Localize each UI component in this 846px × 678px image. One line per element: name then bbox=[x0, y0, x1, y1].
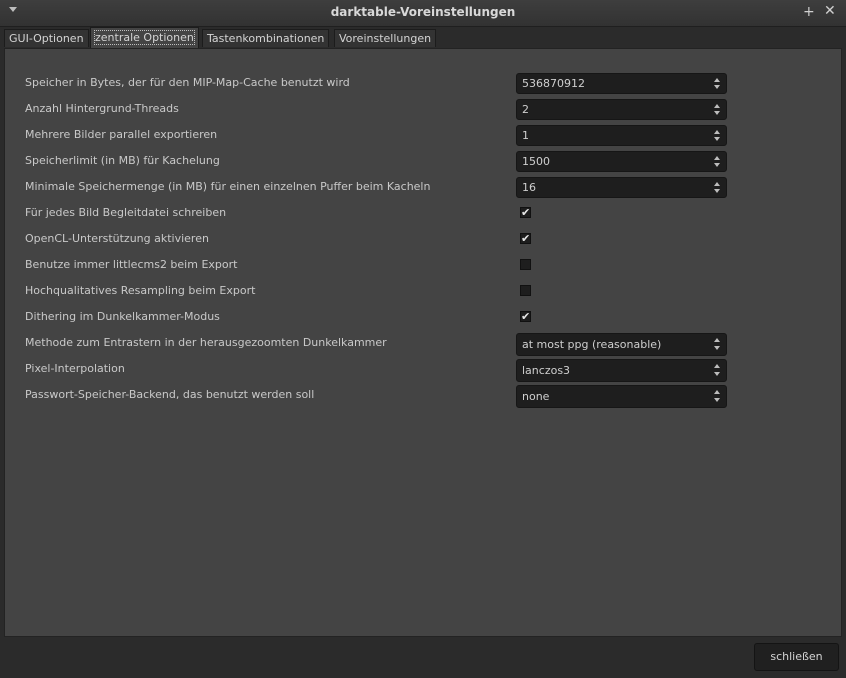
mipmap-cache-spinbox[interactable]: 536870912 bbox=[516, 73, 727, 94]
spin-arrows-icon[interactable] bbox=[714, 75, 722, 92]
setting-row-demosaic: Methode zum Entrastern in der herausgezo… bbox=[25, 333, 729, 356]
spinbox-value: 1 bbox=[522, 129, 529, 142]
updown-chevron-icon bbox=[714, 388, 722, 405]
setting-row-threads: Anzahl Hintergrund-Threads 2 bbox=[25, 99, 729, 121]
setting-label: Anzahl Hintergrund-Threads bbox=[25, 102, 179, 115]
sidecar-checkbox[interactable]: ✔ bbox=[520, 207, 531, 218]
maximize-icon[interactable]: + bbox=[803, 4, 815, 20]
setting-label: Minimale Speichermenge (in MB) für einen… bbox=[25, 180, 431, 193]
tab-core-options[interactable]: zentrale Optionen bbox=[90, 27, 199, 48]
spin-arrows-icon[interactable] bbox=[714, 153, 722, 170]
parallel-export-spinbox[interactable]: 1 bbox=[516, 125, 727, 146]
setting-label: OpenCL-Unterstützung aktivieren bbox=[25, 232, 209, 245]
littlecms-checkbox[interactable] bbox=[520, 259, 531, 270]
spinbox-value: 536870912 bbox=[522, 77, 585, 90]
threads-spinbox[interactable]: 2 bbox=[516, 99, 727, 120]
dropdown-value: none bbox=[522, 390, 550, 403]
setting-label: Für jedes Bild Begleitdatei schreiben bbox=[25, 206, 227, 219]
setting-row-hq-resampling: Hochqualitatives Resampling beim Export bbox=[25, 281, 729, 303]
spinbox-value: 2 bbox=[522, 103, 529, 116]
setting-label: Benutze immer littlecms2 beim Export bbox=[25, 258, 238, 271]
setting-label: Methode zum Entrastern in der herausgezo… bbox=[25, 336, 387, 349]
setting-row-mipmap-cache: Speicher in Bytes, der für den MIP-Map-C… bbox=[25, 73, 729, 95]
setting-row-opencl: OpenCL-Unterstützung aktivieren ✔ bbox=[25, 229, 729, 251]
pixel-interpolation-dropdown[interactable]: lanczos3 bbox=[516, 359, 727, 382]
dropdown-value: lanczos3 bbox=[522, 364, 571, 377]
setting-row-password-backend: Passwort-Speicher-Backend, das benutzt w… bbox=[25, 385, 729, 408]
close-icon[interactable]: ✕ bbox=[824, 3, 836, 19]
dithering-checkbox[interactable]: ✔ bbox=[520, 311, 531, 322]
password-backend-dropdown[interactable]: none bbox=[516, 385, 727, 408]
updown-chevron-icon bbox=[714, 336, 722, 353]
tiling-limit-spinbox[interactable]: 1500 bbox=[516, 151, 727, 172]
opencl-checkbox[interactable]: ✔ bbox=[520, 233, 531, 244]
tab-shortcuts[interactable]: Tastenkombinationen bbox=[202, 29, 330, 47]
setting-label: Mehrere Bilder parallel exportieren bbox=[25, 128, 218, 141]
setting-row-pixel-interpolation: Pixel-Interpolation lanczos3 bbox=[25, 359, 729, 382]
spin-arrows-icon[interactable] bbox=[714, 101, 722, 118]
setting-label: Speicherlimit (in MB) für Kachelung bbox=[25, 154, 220, 167]
setting-row-parallel-export: Mehrere Bilder parallel exportieren 1 bbox=[25, 125, 729, 147]
setting-label: Hochqualitatives Resampling beim Export bbox=[25, 284, 256, 297]
setting-row-dithering: Dithering im Dunkelkammer-Modus ✔ bbox=[25, 307, 729, 329]
setting-label: Passwort-Speicher-Backend, das benutzt w… bbox=[25, 388, 315, 401]
settings-panel: Speicher in Bytes, der für den MIP-Map-C… bbox=[4, 48, 842, 637]
demosaic-dropdown[interactable]: at most ppg (reasonable) bbox=[516, 333, 727, 356]
setting-label: Speicher in Bytes, der für den MIP-Map-C… bbox=[25, 76, 350, 89]
updown-chevron-icon bbox=[714, 362, 722, 379]
close-button[interactable]: schließen bbox=[754, 643, 839, 671]
tab-bar: GUI-Optionen zentrale Optionen Tastenkom… bbox=[0, 27, 846, 49]
spin-arrows-icon[interactable] bbox=[714, 179, 722, 196]
spinbox-value: 1500 bbox=[522, 155, 550, 168]
tab-gui-options[interactable]: GUI-Optionen bbox=[4, 29, 89, 47]
spin-arrows-icon[interactable] bbox=[714, 127, 722, 144]
hq-resampling-checkbox[interactable] bbox=[520, 285, 531, 296]
setting-row-littlecms: Benutze immer littlecms2 beim Export bbox=[25, 255, 729, 277]
setting-label: Dithering im Dunkelkammer-Modus bbox=[25, 310, 220, 323]
dropdown-value: at most ppg (reasonable) bbox=[522, 338, 662, 351]
setting-row-tiling-limit: Speicherlimit (in MB) für Kachelung 1500 bbox=[25, 151, 729, 173]
window-title: darktable-Voreinstellungen bbox=[330, 5, 516, 19]
setting-row-sidecar: Für jedes Bild Begleitdatei schreiben ✔ bbox=[25, 203, 729, 225]
title-bar: darktable-Voreinstellungen + ✕ bbox=[0, 0, 846, 27]
tab-presets[interactable]: Voreinstellungen bbox=[334, 29, 437, 47]
setting-row-min-buffer: Minimale Speichermenge (in MB) für einen… bbox=[25, 177, 729, 199]
setting-label: Pixel-Interpolation bbox=[25, 362, 125, 375]
min-buffer-spinbox[interactable]: 16 bbox=[516, 177, 727, 198]
spinbox-value: 16 bbox=[522, 181, 536, 194]
